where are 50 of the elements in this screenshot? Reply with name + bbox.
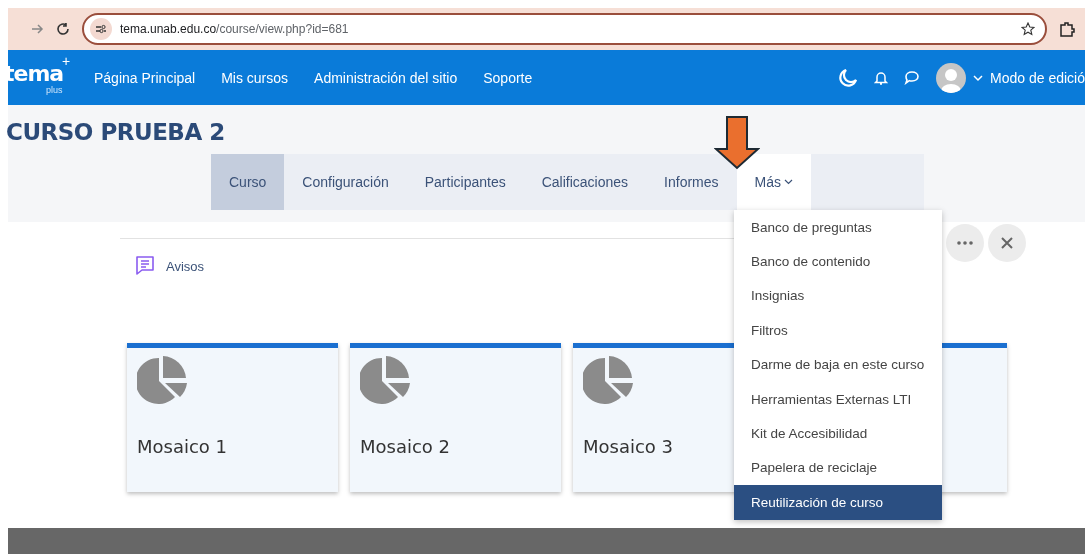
url-path: /course/view.php?id=681 (216, 22, 350, 36)
course-title: CURSO PRUEBA 2 (6, 119, 226, 145)
tile-title: Mosaico 1 (137, 436, 229, 457)
menu-item[interactable]: Filtros (734, 313, 942, 348)
tab[interactable]: Curso (211, 154, 285, 210)
menu-item[interactable]: Reutilización de curso (734, 485, 942, 520)
down-arrow-drawing (714, 116, 760, 170)
tile-card[interactable]: Mosaico 1 (127, 343, 338, 492)
edit-mode-label: Modo de edició (990, 69, 1085, 86)
star-icon[interactable] (1021, 22, 1035, 36)
ellipsis-icon (957, 241, 973, 245)
moon-icon[interactable] (838, 67, 859, 88)
tile-title: Mosaico 3 (583, 436, 675, 457)
forum-icon (134, 255, 156, 277)
tab[interactable]: Calificaciones (523, 154, 647, 210)
tab[interactable]: Informes (646, 154, 737, 210)
tile-title: Mosaico 2 (360, 436, 452, 457)
close-icon (1001, 237, 1013, 249)
nav-link[interactable]: Soporte (483, 69, 533, 86)
url-host: tema.unab.edu.co (120, 22, 217, 36)
pie-chart-icon (137, 356, 189, 406)
nav-link[interactable]: Página Principal (94, 69, 196, 86)
nav-link[interactable]: Administración del sitio (314, 69, 458, 86)
menu-item[interactable]: Banco de contenido (734, 244, 942, 279)
puzzle-icon[interactable] (1059, 21, 1075, 37)
close-button[interactable] (988, 224, 1026, 262)
menu-item[interactable]: Darme de baja en este curso (734, 347, 942, 382)
reload-icon[interactable] (56, 22, 70, 36)
forward-icon[interactable] (30, 22, 44, 36)
tile-card[interactable]: Mosaico 2 (350, 343, 561, 492)
nav-link[interactable]: Mis cursos (221, 69, 289, 86)
avatar[interactable] (936, 62, 967, 93)
site-settings-icon[interactable] (90, 18, 112, 40)
bell-icon[interactable] (874, 69, 889, 86)
menu-item[interactable]: Papelera de reciclaje (734, 450, 942, 486)
pie-chart-icon (583, 356, 635, 406)
caret-icon (784, 179, 793, 185)
menu-item[interactable]: Kit de Accesibilidad (734, 416, 942, 451)
pie-chart-icon (360, 356, 412, 406)
chevron-down-icon[interactable] (972, 72, 985, 83)
more-tab[interactable]: Más (736, 154, 811, 210)
address-bar[interactable]: tema.unab.edu.co/course/view.php?id=681 (82, 13, 1047, 45)
tab[interactable]: Participantes (406, 154, 524, 210)
menu-item[interactable]: Insignias (734, 278, 942, 314)
tab[interactable]: Configuración (284, 154, 407, 210)
menu-item[interactable]: Herramientas Externas LTI (734, 381, 942, 417)
more-options-button[interactable] (946, 224, 984, 262)
chat-icon[interactable] (904, 70, 921, 85)
announcements-link[interactable]: Avisos (166, 258, 205, 274)
menu-item[interactable]: Banco de preguntas (734, 210, 942, 245)
